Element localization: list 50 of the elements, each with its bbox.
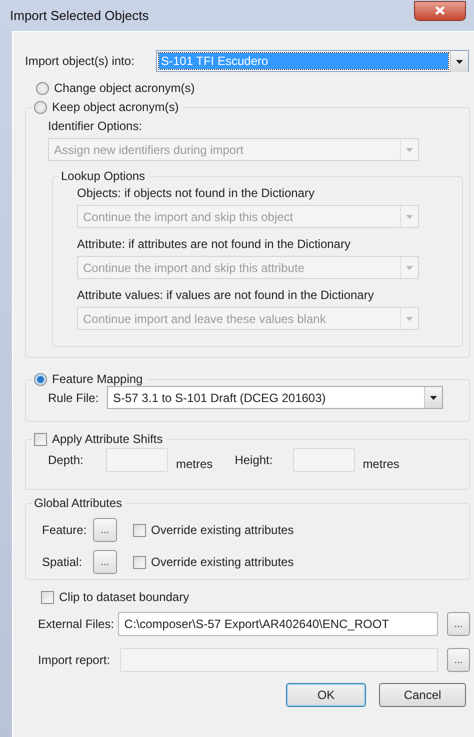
window-title: Import Selected Objects: [10, 8, 149, 23]
close-icon: [435, 6, 445, 15]
field-label: Height:: [234, 453, 274, 467]
field-label: Attribute: if attributes are not found in the Dictionary: [77, 237, 350, 251]
caret-icon: [406, 266, 413, 270]
field-label: Import object(s) into:: [25, 54, 136, 68]
path-field[interactable]: [120, 648, 438, 672]
dialog-button[interactable]: OK: [286, 683, 366, 707]
radio-button[interactable]: [34, 372, 47, 386]
field-label: Feature:: [42, 523, 88, 537]
field-label: Import report:: [38, 653, 112, 667]
caret-icon: [430, 396, 437, 400]
unit-label: metres: [176, 457, 213, 471]
checkbox[interactable]: [133, 524, 146, 536]
checkbox-label: Clip to dataset boundary: [59, 590, 190, 604]
browse-button[interactable]: ...: [446, 648, 470, 672]
checkbox-label: Apply Attribute Shifts: [52, 432, 163, 446]
dropdown[interactable]: S-57 3.1 to S-101 Draft (DCEG 201603): [107, 386, 443, 409]
checkbox-label: Override existing attributes: [151, 555, 294, 569]
unit-label: metres: [362, 457, 400, 471]
checkbox[interactable]: [41, 590, 54, 604]
field-label: Rule File:: [48, 390, 100, 404]
checkbox[interactable]: [34, 432, 47, 446]
number-field[interactable]: [106, 448, 168, 472]
caret-icon: [456, 60, 463, 64]
caret-icon: [406, 316, 413, 320]
field-label: Objects: if objects not found in the Dictionary: [77, 186, 314, 200]
checkbox[interactable]: [133, 556, 146, 568]
radio-button[interactable]: [34, 100, 47, 114]
field-label: Attribute values: if values are not found in the Dictionary: [77, 288, 374, 302]
checkbox-label: Override existing attributes: [151, 523, 294, 537]
group-title: Lookup Options: [61, 169, 146, 183]
group-title: Global Attributes: [34, 496, 122, 510]
browse-button[interactable]: ...: [93, 518, 117, 542]
field-label: Spatial:: [42, 555, 84, 569]
number-field[interactable]: [292, 448, 355, 472]
browse-button[interactable]: ...: [446, 612, 470, 636]
section-label: Identifier Options:: [48, 119, 142, 133]
dialog-button[interactable]: Cancel: [379, 683, 466, 707]
radio-label: Change object acronym(s): [54, 81, 195, 95]
browse-button[interactable]: ...: [93, 550, 117, 574]
path-field[interactable]: C:\composer\S-57 Export\AR402640\ENC_ROOT: [118, 612, 438, 636]
close-button[interactable]: [414, 0, 466, 20]
field-label: External Files:: [38, 617, 116, 631]
caret-icon: [406, 148, 413, 152]
radio-button[interactable]: [36, 82, 49, 94]
field-label: Depth:: [48, 453, 84, 467]
radio-label: Keep object acronym(s): [52, 100, 179, 114]
caret-icon: [406, 214, 413, 218]
radio-label: Feature Mapping: [52, 372, 143, 386]
